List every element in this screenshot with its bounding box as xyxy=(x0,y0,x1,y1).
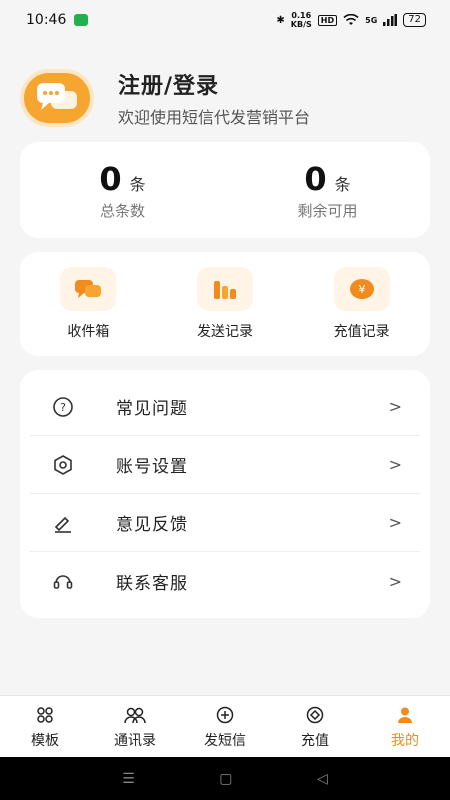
wifi-icon xyxy=(343,14,359,25)
menu-item-account-settings[interactable]: 账号设置 > xyxy=(30,436,420,494)
profile-text: 注册/登录 欢迎使用短信代发营销平台 xyxy=(118,68,310,128)
chevron-right-icon: > xyxy=(388,455,402,474)
bottom-tab-bar: 模板 通讯录 发短信 充值 我的 xyxy=(0,695,450,757)
tab-send-sms[interactable]: 发短信 xyxy=(180,696,270,757)
stat-total-unit: 条 xyxy=(129,174,146,194)
shortcut-inbox[interactable]: 收件箱 xyxy=(20,252,157,356)
tab-send-sms-label: 发短信 xyxy=(204,732,246,749)
svg-text:¥: ¥ xyxy=(358,283,365,296)
stat-remaining-unit: 条 xyxy=(334,174,351,194)
system-nav-bar: ☰ ▢ ◁ xyxy=(0,757,450,800)
status-time: 10:46 xyxy=(26,12,67,28)
bluetooth-icon: ✱ xyxy=(276,14,285,26)
stats-card: 0 条 总条数 0 条 剩余可用 xyxy=(20,142,430,238)
inbox-icon xyxy=(60,267,117,311)
chat-bubbles-icon xyxy=(37,83,77,110)
template-icon xyxy=(36,704,54,726)
profile-icon xyxy=(396,704,414,726)
stat-remaining: 0 条 剩余可用 xyxy=(225,142,430,238)
shortcut-recharge-record[interactable]: ¥ 充值记录 xyxy=(293,252,430,356)
signal-icon xyxy=(383,14,398,26)
menu-label-customer-service: 联系客服 xyxy=(116,573,188,594)
network-speed-unit: KB/S xyxy=(290,20,312,29)
profile-header[interactable]: 注册/登录 欢迎使用短信代发营销平台 xyxy=(20,68,310,128)
stat-value-row: 0 条 xyxy=(99,160,145,198)
feedback-icon xyxy=(48,508,78,538)
stat-remaining-value: 0 xyxy=(304,159,327,198)
stat-total: 0 条 总条数 xyxy=(20,142,225,238)
shortcut-inbox-label: 收件箱 xyxy=(67,324,110,340)
stat-total-label: 总条数 xyxy=(99,201,145,220)
shortcut-send-record[interactable]: 发送记录 xyxy=(157,252,294,356)
chevron-right-icon: > xyxy=(388,397,402,416)
menu-item-faq[interactable]: ? 常见问题 > xyxy=(30,378,420,436)
send-sms-icon xyxy=(216,704,234,726)
shortcut-recharge-record-label: 充值记录 xyxy=(333,324,390,340)
home-nav-icon[interactable]: ▢ xyxy=(219,771,232,787)
contacts-icon xyxy=(124,704,146,726)
tab-contacts[interactable]: 通讯录 xyxy=(90,696,180,757)
send-record-icon xyxy=(197,267,253,311)
recharge-record-icon: ¥ xyxy=(333,267,390,311)
hd-badge: HD xyxy=(317,14,338,26)
network-speed-value: 0.16 xyxy=(291,11,312,20)
login-register-title[interactable]: 注册/登录 xyxy=(118,68,310,100)
wechat-notification-icon xyxy=(74,14,89,26)
stat-remaining-label: 剩余可用 xyxy=(297,201,358,220)
chevron-right-icon: > xyxy=(388,513,402,532)
menu-nav-icon[interactable]: ☰ xyxy=(122,771,135,787)
status-left: 10:46 xyxy=(26,12,89,28)
avatar[interactable] xyxy=(20,69,94,127)
svg-text:?: ? xyxy=(60,401,66,414)
headset-icon xyxy=(48,566,78,596)
tab-profile[interactable]: 我的 xyxy=(360,696,450,757)
menu-item-customer-service[interactable]: 联系客服 > xyxy=(30,552,420,610)
shortcut-send-record-label: 发送记录 xyxy=(197,324,253,340)
chevron-right-icon: > xyxy=(388,571,402,591)
battery-indicator: 72 xyxy=(403,13,426,27)
menu-item-feedback[interactable]: 意见反馈 > xyxy=(30,494,420,552)
recharge-icon xyxy=(306,704,324,726)
status-bar: 10:46 ✱ 0.16 KB/S HD 5G 72 xyxy=(0,0,450,40)
tab-contacts-label: 通讯录 xyxy=(114,732,156,749)
signal-type: 5G xyxy=(365,15,378,25)
stat-value-row: 0 条 xyxy=(304,160,350,198)
network-speed: 0.16 KB/S xyxy=(291,11,312,29)
tab-template-label: 模板 xyxy=(31,732,59,749)
menu-label-account-settings: 账号设置 xyxy=(116,457,188,477)
tab-template[interactable]: 模板 xyxy=(0,696,90,757)
tab-profile-label: 我的 xyxy=(391,732,419,749)
settings-icon xyxy=(48,450,78,480)
shortcuts-card: 收件箱 发送记录 ¥ 充值记录 xyxy=(20,252,430,356)
menu-label-faq: 常见问题 xyxy=(116,399,188,419)
tab-recharge[interactable]: 充值 xyxy=(270,696,360,757)
menu-card: ? 常见问题 > 账号设置 > 意见反馈 > 联系客服 > xyxy=(20,370,430,618)
question-icon: ? xyxy=(48,392,78,422)
menu-label-feedback: 意见反馈 xyxy=(116,515,188,535)
back-nav-icon[interactable]: ◁ xyxy=(317,771,328,787)
tab-recharge-label: 充值 xyxy=(301,732,329,749)
status-right: ✱ 0.16 KB/S HD 5G 72 xyxy=(276,11,426,29)
stat-total-value: 0 xyxy=(99,159,122,198)
welcome-subtitle: 欢迎使用短信代发营销平台 xyxy=(118,108,311,127)
